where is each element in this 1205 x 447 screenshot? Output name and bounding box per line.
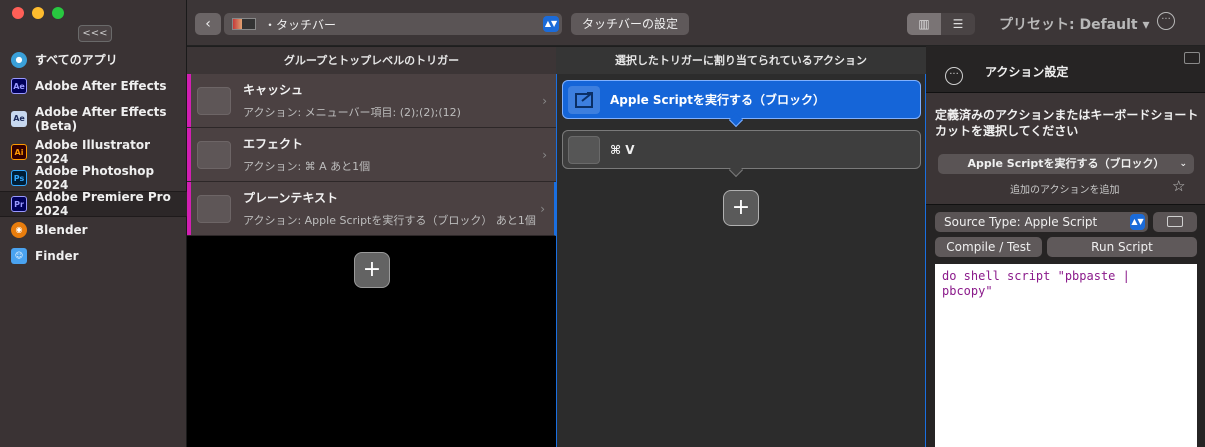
panel-description: 定義済みのアクションまたはキーボードショートカットを選択してください bbox=[935, 108, 1199, 138]
add-trigger-button[interactable]: + bbox=[354, 252, 390, 288]
panel-title: アクション設定 bbox=[985, 65, 1069, 79]
actions-header: 選択したトリガーに割り当てられているアクション bbox=[556, 47, 926, 74]
trigger-row-selected[interactable]: プレーンテキスト アクション: Apple Scriptを実行する（ブロック） … bbox=[187, 182, 556, 236]
app-item-blender[interactable]: ◉ Blender bbox=[0, 217, 187, 243]
triggers-header: グループとトップレベルのトリガー bbox=[187, 47, 556, 74]
columns-view-icon[interactable]: ▥ bbox=[907, 13, 941, 35]
share-icon bbox=[568, 85, 600, 114]
more-options-icon[interactable]: ··· bbox=[945, 67, 963, 85]
after-effects-beta-icon: Ae bbox=[11, 111, 27, 127]
app-item-premiere[interactable]: Pr Adobe Premiere Pro 2024 bbox=[0, 190, 187, 218]
app-item-illustrator[interactable]: Ai Adobe Illustrator 2024 bbox=[0, 138, 187, 166]
trigger-thumbnail bbox=[197, 86, 231, 115]
finder-icon: ☺ bbox=[11, 248, 27, 264]
actions-column: Apple Scriptを実行する（ブロック） ⌘ V + bbox=[556, 74, 926, 447]
back-button[interactable]: ‹ bbox=[195, 13, 221, 35]
trigger-thumbnail bbox=[197, 140, 231, 169]
action-label: ⌘ V bbox=[610, 142, 635, 157]
open-editor-button[interactable] bbox=[1153, 212, 1197, 232]
source-type-select[interactable]: Source Type: Apple Script ▲▼ bbox=[935, 212, 1148, 232]
chevron-right-icon: › bbox=[540, 202, 545, 216]
view-toggle: ▥ ☰ bbox=[907, 13, 975, 35]
illustrator-icon: Ai bbox=[11, 144, 27, 160]
trigger-title: プレーンテキスト bbox=[243, 191, 339, 205]
chevron-down-icon: ⌄ bbox=[1179, 159, 1187, 169]
collapse-sidebar-button[interactable]: <<< bbox=[78, 25, 112, 42]
app-item-label: Adobe After Effects bbox=[35, 79, 167, 93]
trigger-row[interactable]: キャッシュ アクション: メニューバー項目: (2);(2);(12) › bbox=[187, 74, 556, 128]
trigger-marker bbox=[187, 128, 191, 181]
chevron-right-icon: › bbox=[542, 94, 547, 108]
app-list: ● すべてのアプリ Ae Adobe After Effects Ae Adob… bbox=[0, 47, 187, 269]
triggers-column: キャッシュ アクション: メニューバー項目: (2);(2);(12) › エフ… bbox=[187, 74, 556, 447]
app-item-after-effects-beta[interactable]: Ae Adobe After Effects (Beta) bbox=[0, 99, 187, 139]
add-action-button[interactable]: + bbox=[723, 190, 759, 226]
after-effects-icon: Ae bbox=[11, 78, 27, 94]
touchbar-select-label: ・タッチバー bbox=[264, 17, 337, 32]
app-item-label: すべてのアプリ bbox=[35, 53, 118, 67]
app-item-label: Adobe Photoshop 2024 bbox=[35, 164, 155, 192]
app-item-after-effects[interactable]: Ae Adobe After Effects bbox=[0, 73, 187, 99]
touchbar-select[interactable]: ・タッチバー ▲▼ bbox=[224, 13, 562, 35]
blender-icon: ◉ bbox=[11, 222, 27, 238]
trigger-subtitle: アクション: ⌘ A あと1個 bbox=[243, 160, 371, 173]
run-script-button[interactable]: Run Script bbox=[1047, 237, 1197, 257]
action-type-select[interactable]: Apple Scriptを実行する（ブロック） ⌄ bbox=[938, 154, 1194, 174]
minimize-window-button[interactable] bbox=[32, 7, 44, 19]
action-item-selected[interactable]: Apple Scriptを実行する（ブロック） bbox=[562, 80, 921, 119]
close-window-button[interactable] bbox=[12, 7, 24, 19]
trigger-row[interactable]: エフェクト アクション: ⌘ A あと1個 › bbox=[187, 128, 556, 182]
zoom-window-button[interactable] bbox=[52, 7, 64, 19]
trigger-subtitle: アクション: Apple Scriptを実行する（ブロック） あと1個 bbox=[243, 214, 536, 227]
app-item-label: Adobe Illustrator 2024 bbox=[35, 138, 151, 166]
list-view-icon[interactable]: ☰ bbox=[941, 13, 975, 35]
app-item-label: Blender bbox=[35, 223, 88, 237]
action-thumbnail bbox=[568, 135, 600, 164]
premiere-icon: Pr bbox=[11, 196, 27, 212]
touchbar-settings-button[interactable]: タッチバーの設定 bbox=[571, 13, 689, 35]
trigger-thumbnail bbox=[197, 194, 231, 223]
action-label: Apple Scriptを実行する（ブロック） bbox=[610, 93, 826, 107]
trigger-subtitle: アクション: メニューバー項目: (2);(2);(12) bbox=[243, 106, 461, 119]
star-icon[interactable]: ☆ bbox=[1172, 177, 1185, 195]
trigger-marker bbox=[187, 74, 191, 127]
chevron-right-icon: › bbox=[542, 148, 547, 162]
trigger-title: キャッシュ bbox=[243, 83, 304, 97]
select-arrows-icon: ▲▼ bbox=[543, 16, 559, 32]
app-item-all[interactable]: ● すべてのアプリ bbox=[0, 47, 187, 73]
more-options-icon[interactable]: ··· bbox=[1157, 12, 1175, 30]
app-item-photoshop[interactable]: Ps Adobe Photoshop 2024 bbox=[0, 164, 187, 192]
action-type-label: Apple Scriptを実行する（ブロック） bbox=[967, 157, 1165, 170]
window-controls bbox=[12, 7, 64, 19]
app-item-finder[interactable]: ☺ Finder bbox=[0, 243, 187, 269]
photoshop-icon: Ps bbox=[11, 170, 27, 186]
action-item[interactable]: ⌘ V bbox=[562, 130, 921, 169]
toolbar: ‹ ・タッチバー ▲▼ タッチバーの設定 ▥ ☰ プリセット: Default … bbox=[187, 0, 1205, 46]
compile-test-button[interactable]: Compile / Test bbox=[935, 237, 1042, 257]
trigger-marker bbox=[187, 182, 191, 235]
app-item-label: Adobe Premiere Pro 2024 bbox=[35, 190, 171, 218]
action-picker-section: 定義済みのアクションまたはキーボードショートカットを選択してください Apple… bbox=[926, 92, 1205, 205]
action-settings-panel: ··· アクション設定 定義済みのアクションまたはキーボードショートカットを選択… bbox=[926, 46, 1205, 447]
app-sidebar: <<< ● すべてのアプリ Ae Adobe After Effects Ae … bbox=[0, 0, 187, 447]
script-editor[interactable]: do shell script "pbpaste | pbcopy" bbox=[935, 264, 1197, 447]
app-item-label: Adobe After Effects (Beta) bbox=[35, 105, 167, 133]
app-item-label: Finder bbox=[35, 249, 79, 263]
preset-menu[interactable]: プリセット: Default ▾ bbox=[999, 14, 1150, 34]
source-type-label: Source Type: Apple Script bbox=[944, 215, 1098, 229]
window-icon[interactable] bbox=[1184, 52, 1200, 64]
add-more-actions-link[interactable]: 追加のアクションを追加 bbox=[1010, 181, 1120, 196]
globe-icon: ● bbox=[11, 52, 27, 68]
window-icon bbox=[1167, 216, 1183, 227]
touchbar-thumbnail-icon bbox=[232, 18, 256, 30]
trigger-title: エフェクト bbox=[243, 137, 304, 151]
select-arrows-icon: ▲▼ bbox=[1130, 214, 1145, 230]
